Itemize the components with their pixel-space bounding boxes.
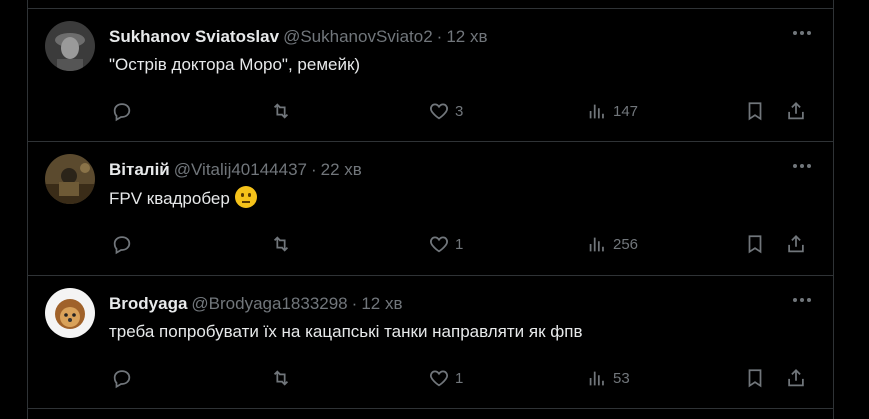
view-count: 256 xyxy=(613,235,639,253)
tweet-text: FPV квадробер xyxy=(109,189,230,208)
tweet-actions: 1 53 xyxy=(28,366,833,390)
bookmark-button[interactable] xyxy=(744,99,766,123)
tweet-text: "Острів доктора Моро", ремейк) xyxy=(109,55,361,74)
views-button[interactable]: 256 xyxy=(586,232,638,256)
reply-icon xyxy=(113,103,131,122)
repost-button[interactable] xyxy=(270,99,292,123)
bookmark-icon xyxy=(748,102,762,121)
like-count: 1 xyxy=(455,369,464,387)
views-button[interactable]: 53 xyxy=(586,366,630,390)
share-button[interactable] xyxy=(785,232,807,256)
reply-button[interactable] xyxy=(111,99,133,123)
avatar[interactable] xyxy=(45,21,95,71)
author-name[interactable]: Brodyaga xyxy=(109,294,187,313)
separator: · xyxy=(310,160,317,179)
timestamp[interactable]: 12 хв xyxy=(446,27,487,46)
repost-icon xyxy=(273,370,289,386)
share-button[interactable] xyxy=(785,99,807,123)
tweet-header: Віталій @Vitalij40144437 · 22 хв xyxy=(109,159,362,181)
analytics-icon xyxy=(589,104,604,119)
separator: · xyxy=(436,27,443,46)
reply-tweet[interactable]: Brodyaga @Brodyaga1833298 · 12 хв треба поп… xyxy=(28,276,833,409)
reply-button[interactable] xyxy=(111,232,133,256)
separator: · xyxy=(351,294,358,313)
bookmark-icon xyxy=(748,369,762,388)
author-handle[interactable]: @SukhanovSviato2 xyxy=(283,27,433,46)
tweet-actions: 3 147 xyxy=(28,99,833,123)
timeline-column: Sukhanov Sviatoslav @SukhanovSviato2 · 12 х… xyxy=(27,0,834,419)
bookmark-button[interactable] xyxy=(744,366,766,390)
more-icon[interactable] xyxy=(793,31,811,35)
repost-button[interactable] xyxy=(270,366,292,390)
like-count: 3 xyxy=(455,102,464,120)
share-icon xyxy=(788,234,804,253)
avatar[interactable] xyxy=(45,154,95,204)
reply-tweet[interactable]: Віталій @Vitalij40144437 · 22 хв FPV квадро… xyxy=(28,142,833,275)
like-button[interactable]: 1 xyxy=(428,366,463,390)
views-button[interactable]: 147 xyxy=(586,99,638,123)
tweet-header: Sukhanov Sviatoslav @SukhanovSviato2 · 12 х… xyxy=(109,26,488,48)
analytics-icon xyxy=(589,371,604,386)
like-button[interactable]: 3 xyxy=(428,99,463,123)
more-icon[interactable] xyxy=(793,164,811,168)
author-name[interactable]: Sukhanov Sviatoslav xyxy=(109,27,279,46)
repost-icon xyxy=(273,236,289,252)
bookmark-button[interactable] xyxy=(744,232,766,256)
avatar[interactable] xyxy=(45,288,95,338)
reply-button[interactable] xyxy=(111,366,133,390)
author-name[interactable]: Віталій xyxy=(109,160,170,179)
share-icon xyxy=(788,368,804,387)
tweet-header: Brodyaga @Brodyaga1833298 · 12 хв xyxy=(109,293,402,315)
neutral-face-emoji-icon xyxy=(234,186,257,208)
reply-icon xyxy=(113,370,131,389)
author-handle[interactable]: @Brodyaga1833298 xyxy=(191,294,347,313)
repost-button[interactable] xyxy=(270,232,292,256)
tweet-actions: 1 256 xyxy=(28,232,833,256)
heart-icon xyxy=(430,370,448,387)
view-count: 147 xyxy=(613,102,639,120)
timestamp[interactable]: 12 хв xyxy=(361,294,402,313)
tweet-text: треба попробувати їх на кацапські танки … xyxy=(109,322,583,341)
analytics-icon xyxy=(589,237,604,252)
heart-icon xyxy=(430,236,448,253)
bookmark-icon xyxy=(748,235,762,254)
repost-icon xyxy=(273,103,289,119)
share-icon xyxy=(788,101,804,120)
view-count: 53 xyxy=(613,369,630,387)
heart-icon xyxy=(430,103,448,120)
reply-icon xyxy=(113,236,131,255)
divider xyxy=(28,408,833,409)
share-button[interactable] xyxy=(785,366,807,390)
timestamp[interactable]: 22 хв xyxy=(321,160,362,179)
like-count: 1 xyxy=(455,235,464,253)
more-icon[interactable] xyxy=(793,298,811,302)
like-button[interactable]: 1 xyxy=(428,232,463,256)
reply-tweet[interactable]: Sukhanov Sviatoslav @SukhanovSviato2 · 12 х… xyxy=(28,9,833,142)
tweet-text-container: FPV квадробер xyxy=(109,186,257,211)
author-handle[interactable]: @Vitalij40144437 xyxy=(174,160,307,179)
